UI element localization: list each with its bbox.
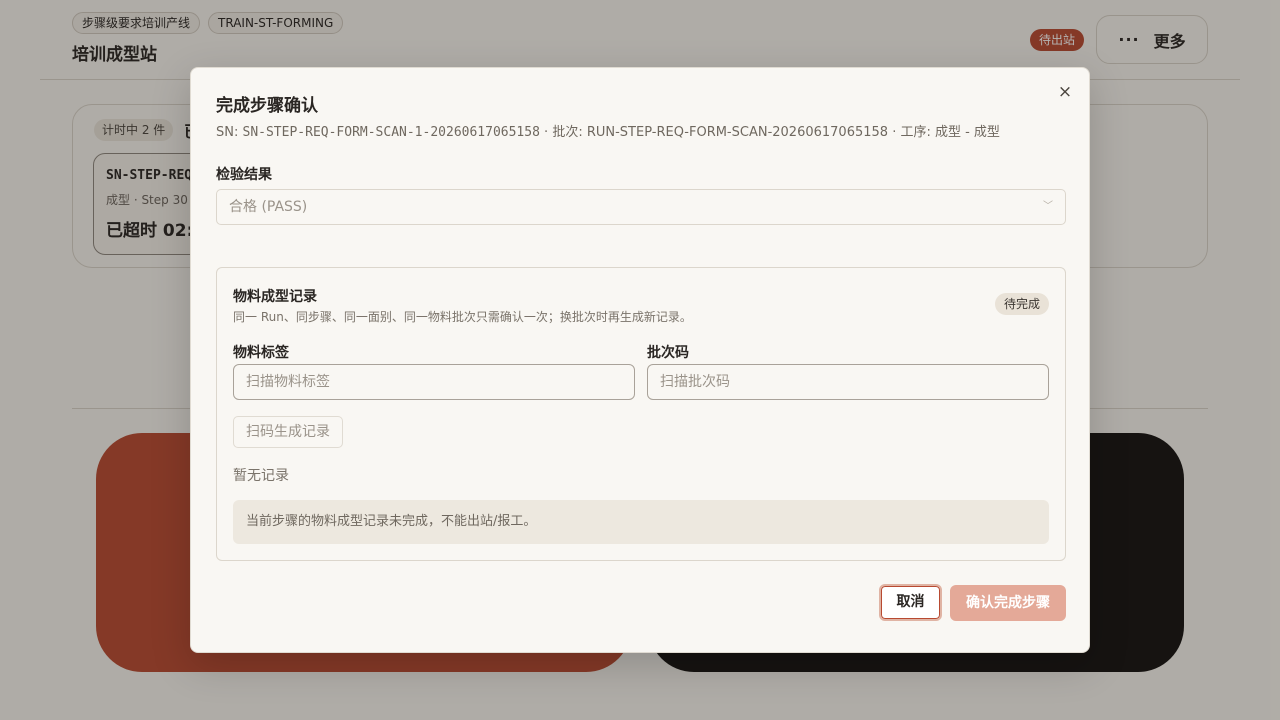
chevron-down-icon: ﹀: [1043, 201, 1053, 212]
dialog-title: 完成步骤确认: [216, 96, 318, 116]
close-icon[interactable]: ×: [1055, 82, 1075, 102]
material-record-section: 物料成型记录 同一 Run、同步骤、同一面别、同一物料批次只需确认一次；换批次时…: [216, 267, 1066, 561]
subtitle-rest: · 批次: RUN-STEP-REQ-FORM-SCAN-20260617065…: [539, 125, 1000, 140]
empty-records-text: 暂无记录: [233, 468, 289, 484]
sn-value: SN-STEP-REQ-FORM-SCAN-1-20260617065158: [242, 125, 540, 140]
dialog-subtitle: SN: SN-STEP-REQ-FORM-SCAN-1-202606170651…: [216, 121, 1000, 140]
material-label-input[interactable]: [233, 364, 635, 400]
complete-step-dialog: 完成步骤确认 × SN: SN-STEP-REQ-FORM-SCAN-1-202…: [190, 67, 1090, 653]
cancel-button[interactable]: 取消: [879, 584, 942, 621]
inspection-result-select[interactable]: 合格 (PASS) ﹀: [216, 189, 1066, 225]
confirm-complete-step-button[interactable]: 确认完成步骤: [950, 585, 1066, 621]
sn-label: SN:: [216, 125, 243, 140]
batch-code-input[interactable]: [647, 364, 1049, 400]
incomplete-warning: 当前步骤的物料成型记录未完成，不能出站/报工。: [233, 500, 1049, 544]
record-status-badge: 待完成: [995, 293, 1050, 315]
material-label-label: 物料标签: [233, 345, 289, 361]
scan-generate-record-button[interactable]: 扫码生成记录: [233, 416, 343, 448]
material-record-title: 物料成型记录: [233, 289, 317, 305]
inspection-result-label: 检验结果: [216, 167, 272, 183]
material-record-description: 同一 Run、同步骤、同一面别、同一物料批次只需确认一次；换批次时再生成新记录。: [233, 310, 692, 324]
batch-code-label: 批次码: [647, 345, 689, 361]
inspection-result-value: 合格 (PASS): [229, 199, 308, 215]
